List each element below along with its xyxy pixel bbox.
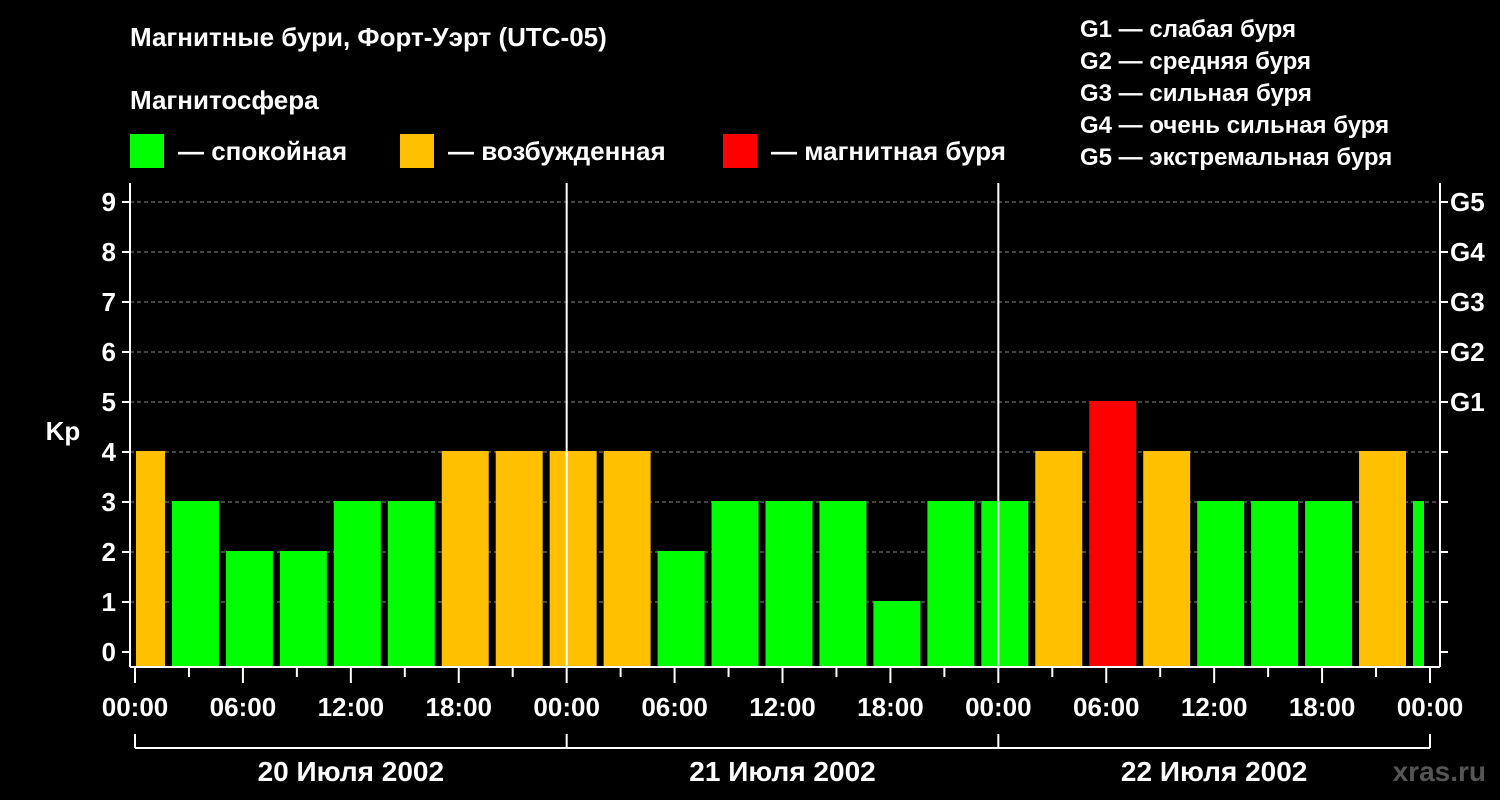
kp-bar bbox=[1251, 501, 1299, 667]
y-axis-label: Kp bbox=[46, 416, 81, 446]
g-scale-label: G2 bbox=[1450, 337, 1485, 367]
x-tick-label: 00:00 bbox=[102, 692, 169, 722]
x-tick-label: 12:00 bbox=[318, 692, 385, 722]
x-tick-label: 06:00 bbox=[1073, 692, 1140, 722]
kp-bar bbox=[495, 451, 543, 667]
day-label: 22 Июля 2002 bbox=[1121, 756, 1307, 787]
kp-bar bbox=[441, 451, 489, 667]
kp-bar bbox=[873, 601, 921, 667]
y-tick-label: 8 bbox=[102, 237, 116, 267]
kp-bar bbox=[981, 501, 1029, 667]
kp-bar bbox=[333, 501, 381, 667]
x-tick-label: 18:00 bbox=[426, 692, 493, 722]
x-tick-label: 00:00 bbox=[1397, 692, 1464, 722]
kp-bar bbox=[225, 551, 273, 667]
kp-bar bbox=[279, 551, 327, 667]
kp-bar-chart: 0 1 2 3 4 5 6 7 8 9 G1 G2 G3 G4 G5 Kp 00:00 06:00 12:00 18:… bbox=[46, 183, 1485, 787]
x-tick-label: 06:00 bbox=[641, 692, 708, 722]
kp-bar bbox=[927, 501, 975, 667]
x-tick-label: 18:00 bbox=[1289, 692, 1356, 722]
kp-bar bbox=[1089, 401, 1137, 667]
y-tick-label: 9 bbox=[102, 187, 116, 217]
x-tick-label: 12:00 bbox=[1181, 692, 1248, 722]
kp-bar bbox=[1035, 451, 1083, 667]
x-tick-label: 18:00 bbox=[857, 692, 924, 722]
y-tick-label: 6 bbox=[102, 337, 116, 367]
x-tick-label: 00:00 bbox=[965, 692, 1032, 722]
kp-bar bbox=[657, 551, 705, 667]
y-tick-label: 3 bbox=[102, 487, 116, 517]
watermark: xras.ru bbox=[1392, 756, 1486, 787]
kp-bar bbox=[171, 501, 219, 667]
y-tick-label: 7 bbox=[102, 287, 116, 317]
kp-bar bbox=[1305, 501, 1353, 667]
kp-bar bbox=[1413, 501, 1424, 667]
y-tick-label: 0 bbox=[102, 637, 116, 667]
y-tick-label: 4 bbox=[102, 437, 117, 467]
y-tick-label: 5 bbox=[102, 387, 116, 417]
x-tick-label: 00:00 bbox=[533, 692, 600, 722]
kp-bar bbox=[136, 451, 165, 667]
g-scale-label: G1 bbox=[1450, 387, 1485, 417]
y-tick-label: 1 bbox=[102, 587, 116, 617]
x-tick-label: 06:00 bbox=[210, 692, 277, 722]
day-label: 21 Июля 2002 bbox=[689, 756, 875, 787]
kp-bar bbox=[765, 501, 813, 667]
kp-bar bbox=[603, 451, 651, 667]
g-scale-label: G5 bbox=[1450, 187, 1485, 217]
day-label: 20 Июля 2002 bbox=[258, 756, 444, 787]
kp-bar bbox=[711, 501, 759, 667]
kp-bar bbox=[1359, 451, 1407, 667]
kp-bar bbox=[819, 501, 867, 667]
kp-bar bbox=[387, 501, 435, 667]
g-scale-label: G4 bbox=[1450, 237, 1485, 267]
g-scale-label: G3 bbox=[1450, 287, 1485, 317]
x-tick-label: 12:00 bbox=[749, 692, 816, 722]
kp-bar bbox=[549, 451, 597, 667]
y-tick-label: 2 bbox=[102, 537, 116, 567]
kp-bar bbox=[1197, 501, 1245, 667]
kp-bar bbox=[1143, 451, 1191, 667]
